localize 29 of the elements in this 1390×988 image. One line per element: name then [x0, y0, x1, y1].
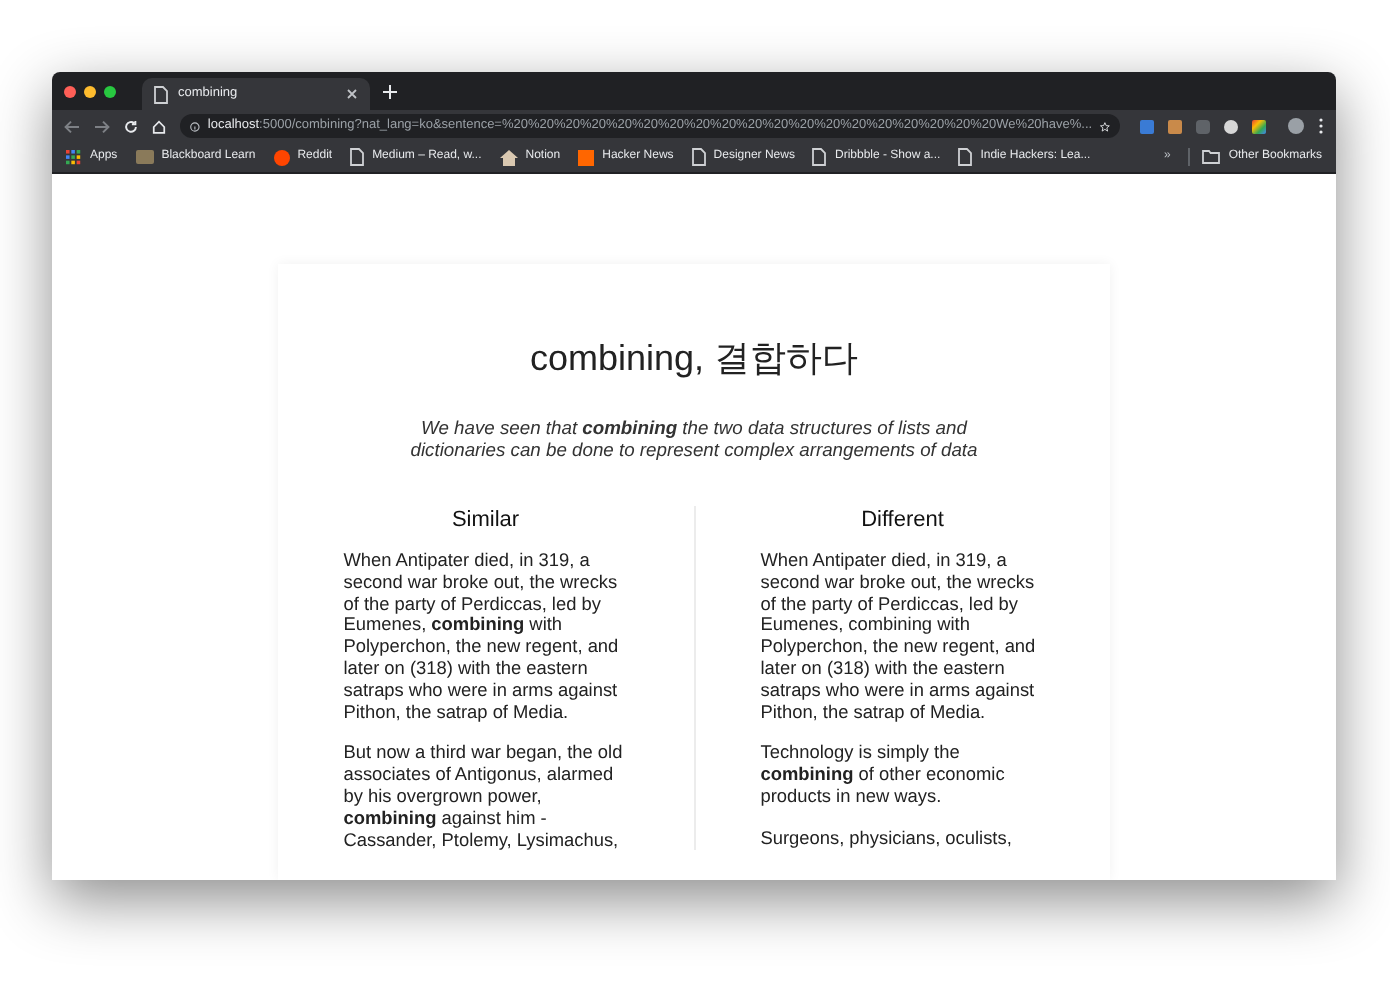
grid-icon: [66, 149, 82, 165]
page-title: combining, 결합하다: [529, 336, 859, 380]
star-icon[interactable]: [1100, 119, 1110, 133]
square-icon: [578, 149, 595, 165]
paragraph: But now a third war began, the old associates of Antigonus, alarmed by his overgrown power, combining against him - Cassander, Ptolemy, Lysimachus,: [343, 742, 625, 851]
new-tab-icon[interactable]: [382, 83, 398, 99]
forward-arrow-icon[interactable]: [94, 119, 110, 133]
house-icon: [499, 149, 518, 165]
back-arrow-icon[interactable]: [64, 119, 80, 133]
menu-icon[interactable]: [1318, 118, 1324, 134]
info-icon[interactable]: [190, 119, 200, 133]
page-icon: [350, 148, 365, 166]
subtitle: We have seen that combining the two data structures of lists and dictionaries can be done to represent complex arrangements of data: [408, 416, 980, 460]
paragraph: Technology is simply the combining of other economic products in new ways.: [760, 742, 1007, 808]
avatar-icon[interactable]: [1288, 118, 1304, 134]
image-icon: [135, 150, 154, 164]
home-icon[interactable]: [152, 119, 166, 133]
page-icon: [958, 148, 973, 166]
column-heading: Different: [861, 506, 944, 534]
close-icon[interactable]: [346, 88, 358, 100]
column-heading: Similar: [451, 506, 520, 534]
reload-icon[interactable]: [124, 119, 138, 133]
paragraph: Surgeons, physicians, oculists,: [760, 827, 1014, 850]
folder-icon: [1202, 150, 1221, 164]
paragraph: When Antipater died, in 319, a second war broke out, the wrecks of the party of Perdiccas, led by Eumenes, combining with Polyperchon, the new regent, and later on (318) with the eastern satraps who were in arms against Pithon, the satrap of Media.: [760, 550, 1038, 723]
paragraph: When Antipater died, in 319, a second war broke out, the wrecks of the party of Perdiccas, led by Eumenes, combining with Polyperchon, the new regent, and later on (318) with the eastern satraps who were in arms against Pithon, the satrap of Media.: [343, 550, 621, 723]
page-icon: [691, 148, 706, 166]
page-icon: [154, 85, 168, 103]
page-icon: [812, 148, 827, 166]
